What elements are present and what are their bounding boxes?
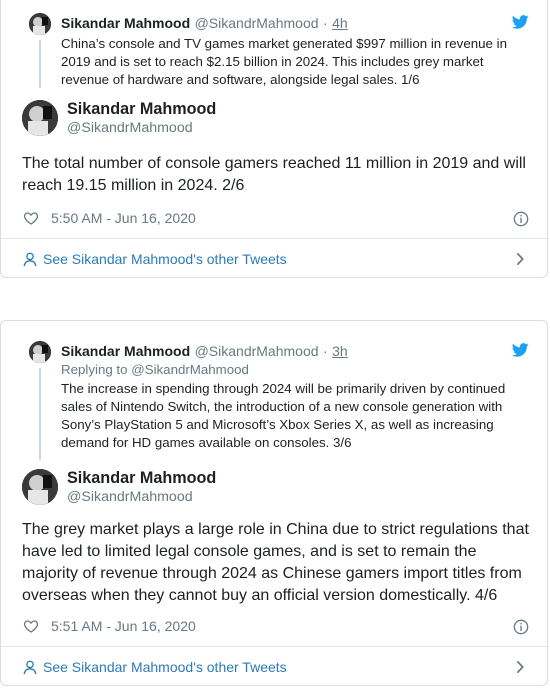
parent-header: Sikandar Mahmood @SikandrMahmood · 3h bbox=[61, 342, 348, 361]
author-name[interactable]: Sikandar Mahmood bbox=[67, 100, 216, 119]
parent-header: Sikandar Mahmood @SikandrMahmood · 4h bbox=[61, 14, 348, 33]
see-other-tweets-label[interactable]: See Sikandar Mahmood's other Tweets bbox=[43, 251, 287, 267]
tweet-timestamp[interactable]: 5:50 AM - Jun 16, 2020 bbox=[51, 210, 196, 226]
tweet-meta: 5:50 AM - Jun 16, 2020 bbox=[23, 208, 196, 228]
chevron-right-icon bbox=[516, 252, 524, 266]
tweet-timestamp[interactable]: 5:51 AM - Jun 16, 2020 bbox=[51, 618, 196, 634]
parent-timestamp[interactable]: 4h bbox=[332, 15, 348, 31]
author-avatar[interactable] bbox=[22, 100, 58, 136]
parent-author-handle[interactable]: @SikandrMahmood bbox=[195, 343, 319, 359]
embedded-tweet-card-2: Sikandar Mahmood @SikandrMahmood · 3h Re… bbox=[0, 320, 548, 686]
thread-connector bbox=[39, 40, 41, 88]
embedded-tweet-card-1: Sikandar Mahmood @SikandrMahmood · 4h Ch… bbox=[0, 0, 548, 278]
parent-tweet-text: The increase in spending through 2024 wi… bbox=[61, 381, 506, 450]
see-other-tweets-link[interactable]: See Sikandar Mahmood's other Tweets bbox=[1, 647, 547, 687]
parent-author-handle[interactable]: @SikandrMahmood bbox=[195, 15, 319, 31]
parent-author-name[interactable]: Sikandar Mahmood bbox=[61, 15, 190, 31]
info-icon[interactable] bbox=[513, 619, 529, 635]
replying-to-label[interactable]: Replying to @SikandrMahmood bbox=[61, 361, 249, 379]
thread-connector bbox=[39, 368, 41, 460]
parent-avatar[interactable] bbox=[29, 341, 51, 363]
separator-dot: · bbox=[322, 15, 328, 31]
chevron-right-icon bbox=[516, 660, 524, 674]
see-other-tweets-label[interactable]: See Sikandar Mahmood's other Tweets bbox=[43, 659, 287, 675]
author-handle[interactable]: @SikandrMahmood bbox=[67, 489, 193, 505]
see-other-tweets-link[interactable]: See Sikandar Mahmood's other Tweets bbox=[1, 239, 547, 279]
person-icon bbox=[23, 252, 37, 266]
author-handle[interactable]: @SikandrMahmood bbox=[67, 120, 193, 136]
author-name[interactable]: Sikandar Mahmood bbox=[67, 469, 216, 488]
person-icon bbox=[23, 660, 37, 674]
parent-tweet-text: China’s console and TV games market gene… bbox=[61, 36, 507, 87]
heart-icon[interactable] bbox=[23, 618, 39, 634]
author-avatar[interactable] bbox=[22, 469, 58, 505]
parent-avatar[interactable] bbox=[29, 13, 51, 35]
parent-timestamp[interactable]: 3h bbox=[332, 343, 348, 359]
separator-dot: · bbox=[322, 343, 328, 359]
twitter-bird-icon[interactable] bbox=[512, 343, 529, 357]
info-icon[interactable] bbox=[513, 211, 529, 227]
heart-icon[interactable] bbox=[23, 210, 39, 226]
tweet-text: The total number of console gamers reach… bbox=[22, 155, 526, 194]
twitter-bird-icon[interactable] bbox=[512, 15, 529, 29]
tweet-meta: 5:51 AM - Jun 16, 2020 bbox=[23, 616, 196, 636]
tweet-text: The grey market plays a large role in Ch… bbox=[22, 521, 529, 604]
parent-author-name[interactable]: Sikandar Mahmood bbox=[61, 343, 190, 359]
